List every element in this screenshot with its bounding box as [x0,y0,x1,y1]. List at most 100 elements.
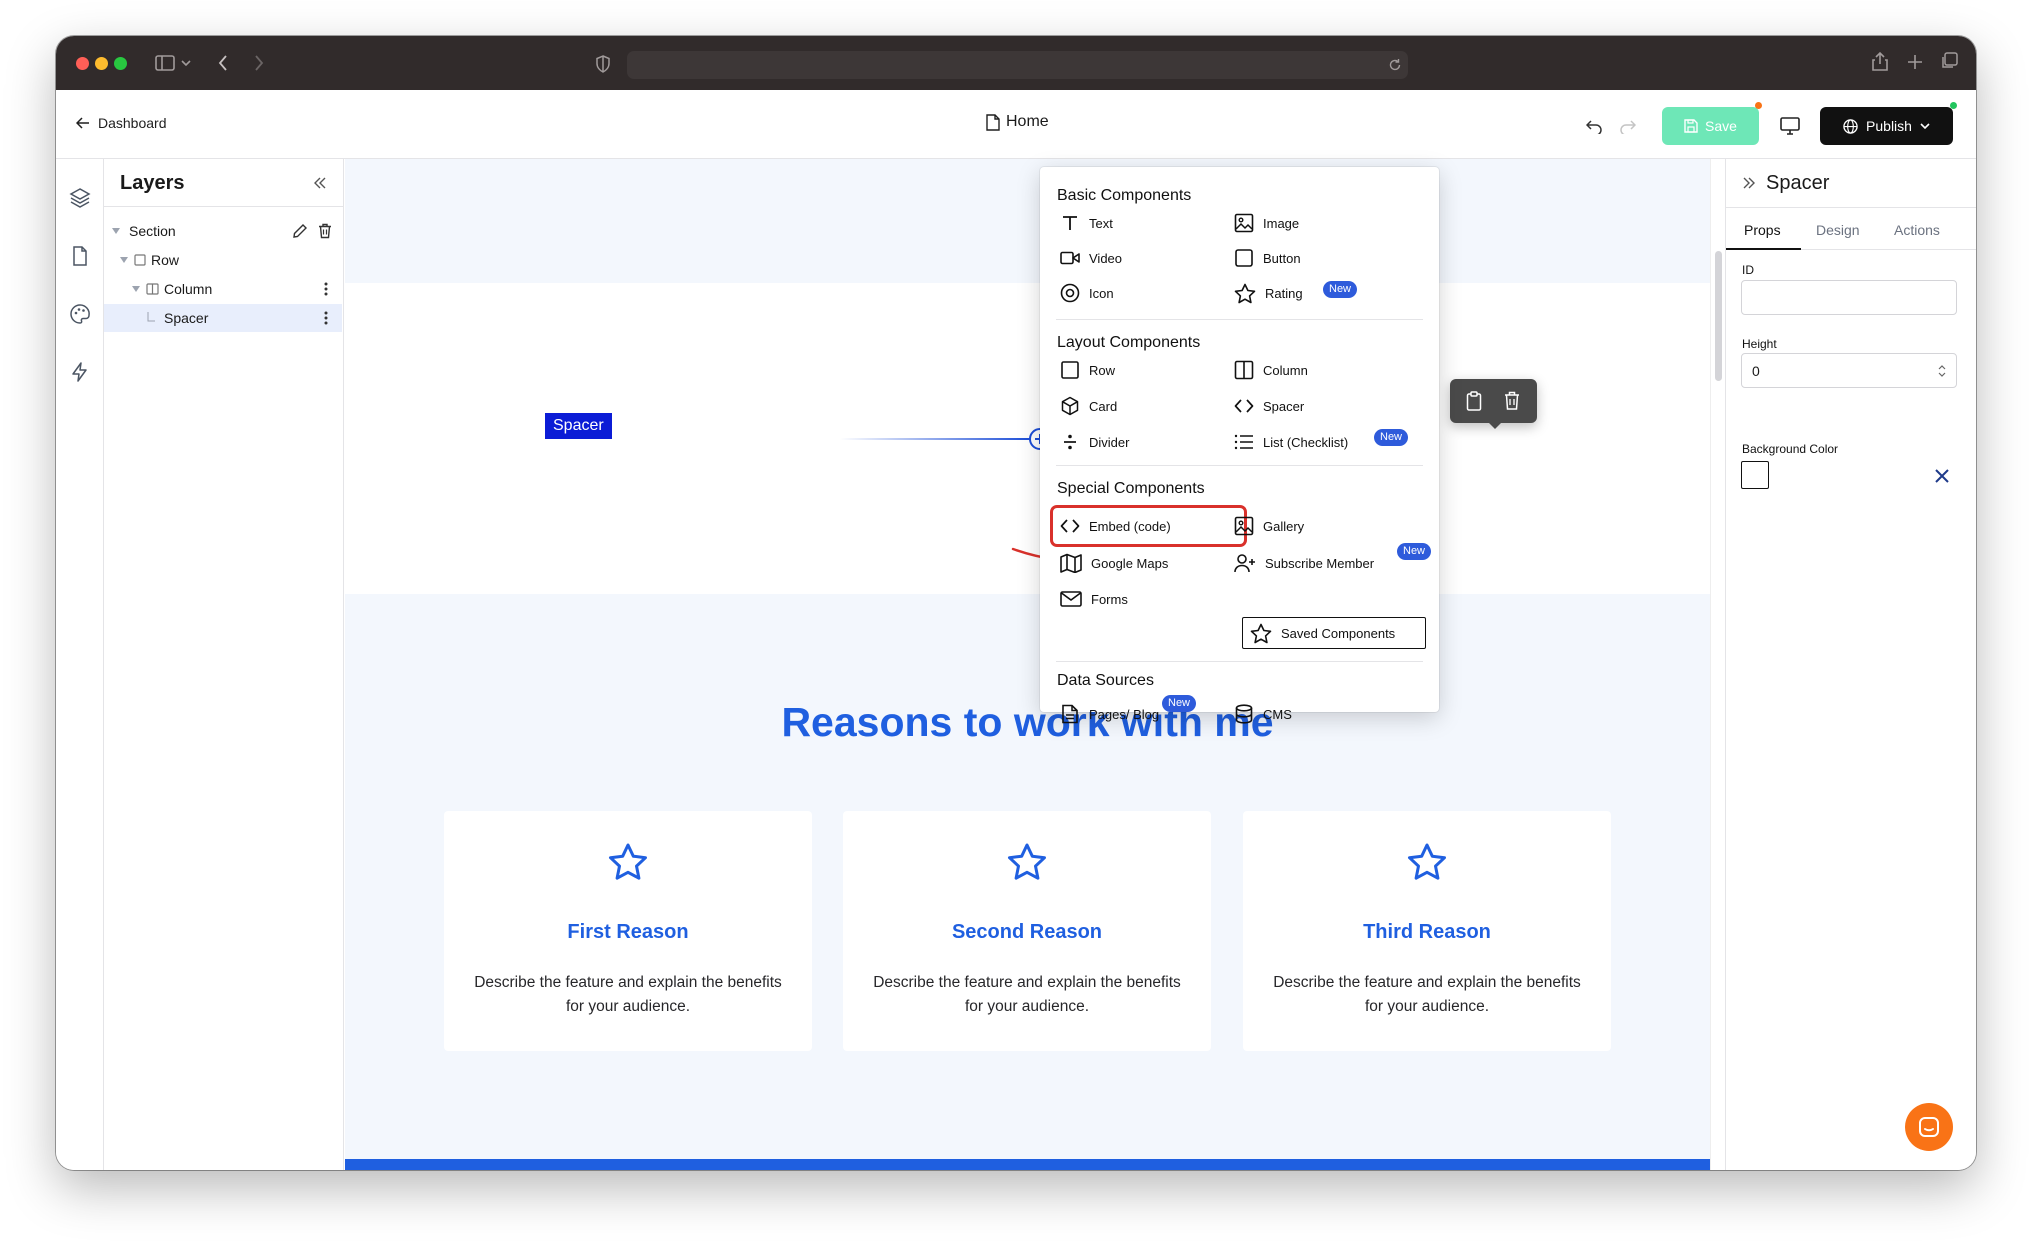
menu-item-button[interactable]: Button [1234,245,1301,271]
more-vertical-icon[interactable] [324,282,328,296]
expand-caret-icon[interactable] [112,228,120,234]
share-icon[interactable] [1872,51,1888,71]
menu-item-video[interactable]: Video [1060,245,1122,271]
menu-item-subscribe-member[interactable]: Subscribe Member [1234,550,1374,576]
tab-design[interactable]: Design [1816,222,1860,238]
publish-button[interactable]: Publish [1820,107,1953,145]
image-icon [1234,213,1254,233]
menu-item-label: Forms [1091,591,1128,607]
menu-item-divider[interactable]: Divider [1060,429,1129,455]
menu-item-list[interactable]: List (Checklist) [1234,429,1348,455]
star-icon [1408,843,1446,880]
address-bar[interactable] [627,51,1408,79]
save-label: Save [1705,118,1737,134]
edit-pencil-icon[interactable] [292,223,308,239]
layer-label: Spacer [164,310,209,326]
menu-item-image[interactable]: Image [1234,210,1299,236]
globe-icon [1843,118,1858,134]
menu-item-google-maps[interactable]: Google Maps [1060,550,1168,576]
pages-icon[interactable] [69,245,91,267]
desktop-preview-icon[interactable] [1780,117,1800,135]
delete-trash-icon[interactable] [318,223,332,239]
menu-item-cms[interactable]: CMS [1234,701,1292,727]
star-icon [609,843,647,880]
close-window-button[interactable] [76,57,89,70]
file-icon [986,113,1000,131]
menu-item-row[interactable]: Row [1060,357,1115,383]
reason-card[interactable]: Second Reason Describe the feature and e… [843,811,1211,1051]
chevron-down-icon[interactable] [181,60,191,66]
layers-title: Layers [120,172,185,194]
layer-spacer[interactable]: Spacer [104,304,342,332]
menu-item-card[interactable]: Card [1060,393,1117,419]
tab-props[interactable]: Props [1744,222,1781,238]
canvas-scrollbar[interactable] [1710,159,1725,1170]
new-tab-icon[interactable] [1907,54,1923,70]
menu-item-spacer[interactable]: Spacer [1234,393,1304,419]
menu-item-label: Column [1263,362,1308,378]
menu-item-label: Gallery [1263,518,1305,534]
sidebar-toggle-icon[interactable] [155,55,175,71]
menu-item-forms[interactable]: Forms [1060,586,1128,612]
layer-section[interactable]: Section [104,217,342,245]
menu-item-text[interactable]: Text [1060,210,1113,236]
tab-overview-icon[interactable] [1940,52,1958,70]
clear-color-icon[interactable] [1935,469,1949,483]
scrollbar-thumb[interactable] [1715,251,1722,381]
tab-actions[interactable]: Actions [1894,222,1940,238]
color-swatch[interactable] [1741,461,1769,489]
cube-icon [1061,396,1079,416]
palette-icon[interactable] [69,303,91,325]
special-components-heading: Special Components [1057,480,1205,497]
button-icon [1235,249,1253,267]
menu-divider [1056,319,1423,320]
menu-item-saved-components[interactable]: Saved Components [1250,620,1395,646]
delete-trash-icon[interactable] [1504,391,1520,410]
layer-row[interactable]: Row [104,246,342,274]
browser-back-icon[interactable] [218,54,228,72]
layers-icon[interactable] [69,187,91,209]
redo-icon[interactable] [1620,120,1636,134]
more-vertical-icon[interactable] [324,311,328,325]
dashboard-back-link[interactable]: Dashboard [76,115,167,131]
browser-forward-icon[interactable] [254,54,264,72]
star-icon [1234,283,1256,303]
id-input[interactable] [1741,280,1957,315]
collapse-panel-icon[interactable] [313,177,327,189]
editor-canvas[interactable]: Spacer Reasons to work with me First Rea… [345,159,1710,1170]
undo-icon[interactable] [1586,120,1602,134]
height-input[interactable]: 0 [1741,353,1957,388]
reload-icon[interactable] [1388,58,1402,72]
menu-item-pages-blog[interactable]: Pages/ Blog [1060,701,1159,727]
layer-column[interactable]: Column [104,275,342,303]
expand-panel-icon[interactable] [1742,177,1756,189]
reason-card[interactable]: Third Reason Describe the feature and ex… [1243,811,1611,1051]
clipboard-icon[interactable] [1466,391,1482,411]
spacer-tag[interactable]: Spacer [545,413,612,439]
stepper-icon[interactable] [1938,365,1946,377]
menu-item-column[interactable]: Column [1234,357,1308,383]
menu-item-label: Pages/ Blog [1089,706,1160,722]
shield-icon[interactable] [595,55,611,73]
row-icon [1061,361,1079,379]
minimize-window-button[interactable] [95,57,108,70]
left-rail [56,159,104,1170]
zoom-window-button[interactable] [114,57,127,70]
star-icon [1250,623,1272,643]
menu-item-label: Video [1089,250,1123,266]
lightning-icon[interactable] [69,361,91,383]
menu-item-label: Rating [1265,285,1303,301]
menu-item-rating[interactable]: Rating [1234,280,1303,306]
save-button[interactable]: Save [1662,107,1759,145]
menu-item-icon[interactable]: Icon [1060,280,1114,306]
reason-card[interactable]: First Reason Describe the feature and ex… [444,811,812,1051]
page-selector[interactable]: Home [986,113,1049,131]
menu-item-gallery[interactable]: Gallery [1234,513,1304,539]
chat-support-button[interactable] [1905,1103,1953,1151]
basic-components-heading: Basic Components [1057,187,1192,204]
data-sources-heading: Data Sources [1057,672,1154,689]
menu-item-label: Saved Components [1281,625,1396,641]
menu-item-label: Text [1089,215,1113,231]
expand-caret-icon[interactable] [120,257,128,263]
expand-caret-icon[interactable] [132,286,140,292]
